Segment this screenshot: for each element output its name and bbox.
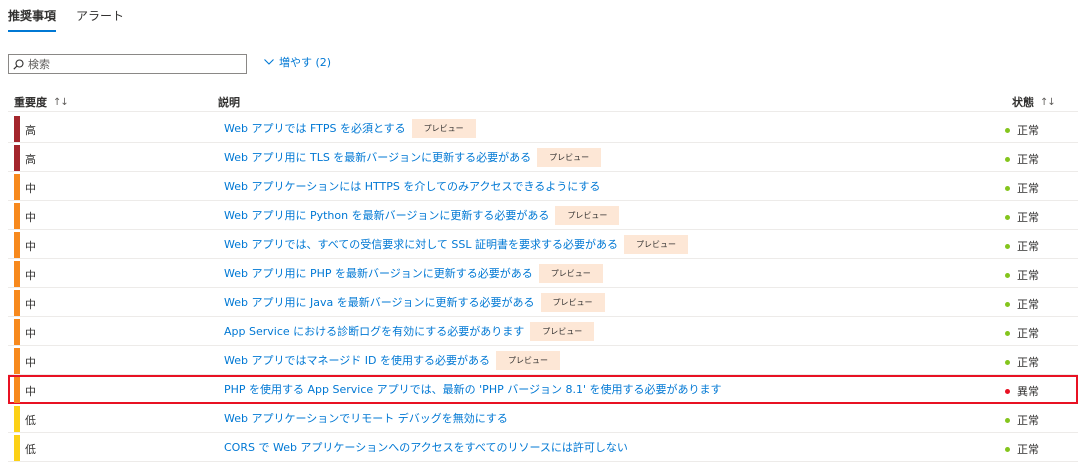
- status-dot-icon: [1005, 359, 1010, 365]
- severity-label: 中: [25, 211, 36, 224]
- severity-indicator: [14, 406, 20, 432]
- table-row[interactable]: 中 Web アプリではマネージド ID を使用する必要がある プレビュー 正常: [8, 346, 1078, 375]
- status-dot-icon: [1005, 301, 1010, 307]
- table-row[interactable]: 中 Web アプリ用に PHP を最新バージョンに更新する必要がある プレビュー…: [8, 259, 1078, 288]
- severity-label: 中: [25, 182, 36, 195]
- severity-indicator: [14, 203, 20, 229]
- severity-label: 低: [25, 443, 36, 456]
- severity-indicator: [14, 435, 20, 461]
- preview-badge: プレビュー: [530, 321, 595, 341]
- recommendation-link[interactable]: CORS で Web アプリケーションへのアクセスをすべてのリソースには許可しな…: [224, 439, 628, 455]
- status-label: 正常: [1017, 298, 1039, 311]
- severity-label: 高: [25, 124, 36, 137]
- severity-label: 中: [25, 385, 36, 398]
- recommendation-link[interactable]: PHP を使用する App Service アプリでは、最新の 'PHP バージ…: [224, 381, 722, 397]
- table-row[interactable]: 中 PHP を使用する App Service アプリでは、最新の 'PHP バ…: [8, 375, 1078, 404]
- expand-filters-label: 増やす (2): [279, 56, 332, 69]
- status-label: 正常: [1017, 211, 1039, 224]
- status-label: 正常: [1017, 443, 1039, 456]
- table-row[interactable]: 中 Web アプリケーションには HTTPS を介してのみアクセスできるようにす…: [8, 172, 1078, 201]
- status-dot-icon: [1005, 156, 1010, 162]
- severity-indicator: [14, 348, 20, 374]
- severity-label: 中: [25, 269, 36, 282]
- search-box[interactable]: [8, 54, 247, 74]
- status-dot-icon: [1005, 330, 1010, 336]
- sort-icon[interactable]: ↑↓: [53, 97, 69, 108]
- status-label: 正常: [1017, 182, 1039, 195]
- status-dot-icon: [1005, 388, 1010, 394]
- table-row[interactable]: 中 Web アプリ用に Java を最新バージョンに更新する必要がある プレビュ…: [8, 288, 1078, 317]
- recommendation-link[interactable]: App Service における診断ログを有効にする必要があります: [224, 323, 524, 339]
- tab-alerts[interactable]: アラート: [76, 8, 124, 32]
- recommendation-link[interactable]: Web アプリ用に Python を最新バージョンに更新する必要がある: [224, 207, 549, 223]
- severity-label: 中: [25, 356, 36, 369]
- status-label: 正常: [1017, 414, 1039, 427]
- recommendation-link[interactable]: Web アプリケーションには HTTPS を介してのみアクセスできるようにする: [224, 178, 600, 194]
- status-dot-icon: [1005, 214, 1010, 220]
- status-label: 正常: [1017, 153, 1039, 166]
- table-row[interactable]: 低 CORS で Web アプリケーションへのアクセスをすべてのリソースには許可…: [8, 433, 1078, 462]
- status-label: 正常: [1017, 240, 1039, 253]
- status-dot-icon: [1005, 272, 1010, 278]
- preview-badge: プレビュー: [538, 263, 603, 283]
- table-row[interactable]: 高 Web アプリ用に TLS を最新バージョンに更新する必要がある プレビュー…: [8, 143, 1078, 172]
- preview-badge: プレビュー: [555, 205, 620, 225]
- recommendations-table: 高 Web アプリでは FTPS を必須とする プレビュー 正常 高 Web ア…: [8, 114, 1078, 462]
- recommendation-link[interactable]: Web アプリではマネージド ID を使用する必要がある: [224, 352, 490, 368]
- chevron-down-icon: [264, 59, 274, 65]
- table-row[interactable]: 中 Web アプリでは、すべての受信要求に対して SSL 証明書を要求する必要が…: [8, 230, 1078, 259]
- recommendation-link[interactable]: Web アプリ用に PHP を最新バージョンに更新する必要がある: [224, 265, 533, 281]
- status-dot-icon: [1005, 243, 1010, 249]
- severity-indicator: [14, 145, 20, 171]
- preview-badge: プレビュー: [624, 234, 689, 254]
- preview-badge: プレビュー: [540, 292, 605, 312]
- preview-badge: プレビュー: [495, 350, 560, 370]
- expand-filters-button[interactable]: 増やす (2): [264, 54, 331, 70]
- search-icon: [13, 58, 24, 70]
- recommendation-link[interactable]: Web アプリ用に TLS を最新バージョンに更新する必要がある: [224, 149, 531, 165]
- severity-label: 高: [25, 153, 36, 166]
- severity-indicator: [14, 319, 20, 345]
- table-row[interactable]: 低 Web アプリケーションでリモート デバッグを無効にする 正常: [8, 404, 1078, 433]
- preview-badge: プレビュー: [537, 147, 602, 167]
- status-label: 異常: [1017, 385, 1039, 398]
- table-row[interactable]: 中 App Service における診断ログを有効にする必要があります プレビュ…: [8, 317, 1078, 346]
- preview-badge: プレビュー: [411, 118, 476, 138]
- search-input[interactable]: [28, 57, 238, 71]
- status-dot-icon: [1005, 446, 1010, 452]
- recommendation-link[interactable]: Web アプリでは FTPS を必須とする: [224, 120, 406, 136]
- severity-indicator: [14, 116, 20, 142]
- severity-label: 低: [25, 414, 36, 427]
- tab-recommendations[interactable]: 推奨事項: [8, 8, 57, 32]
- severity-label: 中: [25, 327, 36, 340]
- severity-indicator: [14, 261, 20, 287]
- status-dot-icon: [1005, 185, 1010, 191]
- column-header-description[interactable]: 説明: [218, 94, 240, 110]
- column-header-severity[interactable]: 重要度 ↑↓: [14, 94, 69, 110]
- severity-indicator: [14, 174, 20, 200]
- severity-indicator: [14, 377, 20, 403]
- recommendation-link[interactable]: Web アプリ用に Java を最新バージョンに更新する必要がある: [224, 294, 535, 310]
- table-header: 重要度 ↑↓ 説明 状態 ↑↓: [8, 88, 1078, 112]
- recommendation-link[interactable]: Web アプリケーションでリモート デバッグを無効にする: [224, 410, 508, 426]
- recommendation-link[interactable]: Web アプリでは、すべての受信要求に対して SSL 証明書を要求する必要がある: [224, 236, 618, 252]
- severity-label: 中: [25, 298, 36, 311]
- severity-indicator: [14, 290, 20, 316]
- status-dot-icon: [1005, 417, 1010, 423]
- status-label: 正常: [1017, 327, 1039, 340]
- status-label: 正常: [1017, 356, 1039, 369]
- status-dot-icon: [1005, 127, 1010, 133]
- tab-bar: 推奨事項 アラート: [8, 8, 124, 32]
- status-label: 正常: [1017, 124, 1039, 137]
- sort-icon[interactable]: ↑↓: [1040, 97, 1056, 108]
- table-row[interactable]: 中 Web アプリ用に Python を最新バージョンに更新する必要がある プレ…: [8, 201, 1078, 230]
- status-label: 正常: [1017, 269, 1039, 282]
- column-header-status[interactable]: 状態 ↑↓: [1012, 94, 1056, 110]
- table-row[interactable]: 高 Web アプリでは FTPS を必須とする プレビュー 正常: [8, 114, 1078, 143]
- severity-label: 中: [25, 240, 36, 253]
- severity-indicator: [14, 232, 20, 258]
